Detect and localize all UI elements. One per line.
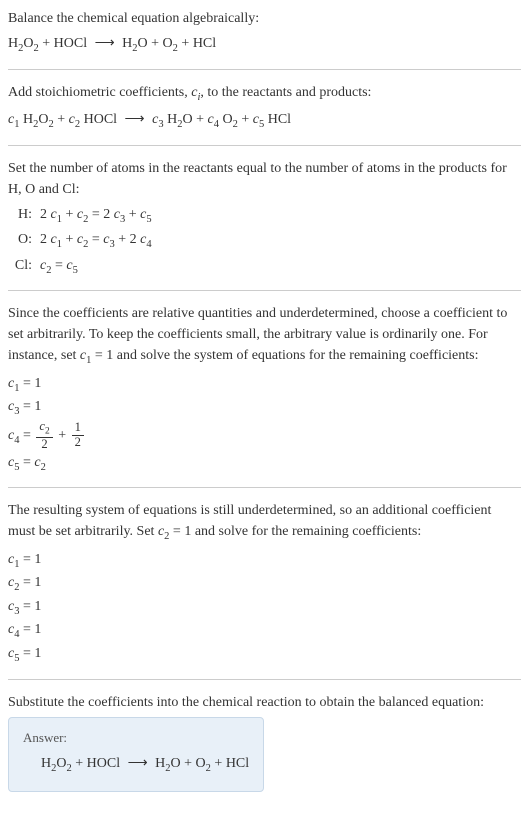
underdet2-equations: c1 = 1 c2 = 1 c3 = 1 c4 = 1 c5 = 1: [8, 549, 521, 667]
substitute-section: Substitute the coefficients into the che…: [8, 692, 521, 792]
underdet2-text: The resulting system of equations is sti…: [8, 500, 521, 545]
atom-equation: 2 c1 + c2 = c3 + 2 c4: [40, 229, 152, 253]
intro-text: Balance the chemical equation algebraica…: [8, 8, 521, 29]
coeff-eq: c5 = 1: [8, 643, 521, 667]
atom-eq-o: O: 2 c1 + c2 = c3 + 2 c4: [8, 229, 521, 253]
fraction: 1 2: [72, 421, 84, 450]
divider: [8, 290, 521, 291]
stoich-equation: c1 H2O2 + c2 HOCl ⟶ c3 H2O + c4 O2 + c5 …: [8, 109, 521, 133]
atom-label: Cl:: [8, 255, 32, 276]
atom-equations: H: 2 c1 + c2 = 2 c3 + c5 O: 2 c1 + c2 = …: [8, 204, 521, 279]
substitute-text: Substitute the coefficients into the che…: [8, 692, 521, 713]
intro-equation: H2O2 + HOCl ⟶ H2O + O2 + HCl: [8, 33, 521, 57]
coeff-eq: c1 = 1: [8, 549, 521, 573]
coeff-eq: c5 = c2: [8, 452, 521, 476]
atom-eq-h: H: 2 c1 + c2 = 2 c3 + c5: [8, 204, 521, 228]
coeff-eq: c3 = 1: [8, 596, 521, 620]
underdet2-section: The resulting system of equations is sti…: [8, 500, 521, 666]
coeff-eq: c3 = 1: [8, 396, 521, 420]
atom-equation: 2 c1 + c2 = 2 c3 + c5: [40, 204, 152, 228]
atoms-section: Set the number of atoms in the reactants…: [8, 158, 521, 279]
atom-equation: c2 = c5: [40, 255, 78, 279]
stoich-text-prefix: Add stoichiometric coefficients,: [8, 85, 191, 100]
stoich-text-suffix: , to the reactants and products:: [200, 85, 371, 100]
coeff-eq-frac: c4 = c2 2 + 1 2: [8, 420, 521, 452]
answer-equation: H2O2 + HOCl ⟶ H2O + O2 + HCl: [23, 753, 249, 777]
divider: [8, 69, 521, 70]
atom-label: H:: [8, 204, 32, 225]
answer-box: Answer: H2O2 + HOCl ⟶ H2O + O2 + HCl: [8, 717, 264, 792]
stoich-section: Add stoichiometric coefficients, ci, to …: [8, 82, 521, 133]
stoich-text: Add stoichiometric coefficients, ci, to …: [8, 82, 521, 106]
intro-section: Balance the chemical equation algebraica…: [8, 8, 521, 57]
fraction: c2 2: [36, 420, 52, 452]
divider: [8, 679, 521, 680]
atom-eq-cl: Cl: c2 = c5: [8, 255, 521, 279]
coeff-eq: c2 = 1: [8, 572, 521, 596]
atom-label: O:: [8, 229, 32, 250]
divider: [8, 487, 521, 488]
underdet1-text: Since the coefficients are relative quan…: [8, 303, 521, 369]
atoms-text: Set the number of atoms in the reactants…: [8, 158, 521, 200]
divider: [8, 145, 521, 146]
underdet1-equations: c1 = 1 c3 = 1 c4 = c2 2 + 1 2 c5 = c2: [8, 373, 521, 475]
underdet1-section: Since the coefficients are relative quan…: [8, 303, 521, 475]
answer-label: Answer:: [23, 728, 249, 748]
coeff-eq: c1 = 1: [8, 373, 521, 397]
coeff-eq: c4 = 1: [8, 619, 521, 643]
